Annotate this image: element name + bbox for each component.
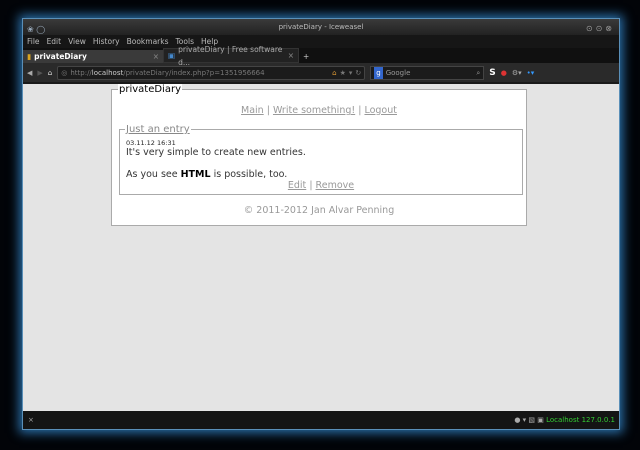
- close-findbar-icon[interactable]: ×: [28, 416, 34, 424]
- extension-icon[interactable]: •▾: [527, 69, 535, 77]
- window-controls[interactable]: ⊙⊙⊗: [586, 21, 615, 37]
- main-link[interactable]: Main: [241, 105, 264, 116]
- browser-window: ❀ ◯ privateDiary - Iceweasel ⊙⊙⊗ File Edi…: [22, 18, 620, 430]
- addon-icon[interactable]: ⚙▾: [512, 69, 522, 77]
- home-icon[interactable]: ⌂: [48, 69, 52, 77]
- entry-text-line1: It's very simple to create new entries.: [126, 147, 306, 158]
- entry-date: 03.11.12 16:31: [126, 139, 176, 147]
- lock-icon: ▮: [27, 52, 32, 61]
- page-title: privateDiary: [118, 84, 182, 95]
- remove-link[interactable]: Remove: [316, 180, 355, 191]
- logout-link[interactable]: Logout: [364, 105, 397, 116]
- status-ip: 127.0.0.1: [581, 416, 615, 424]
- separator: |: [309, 180, 313, 191]
- menu-view[interactable]: View: [68, 37, 86, 46]
- url-host: localhost: [91, 68, 124, 77]
- title-bar: ❀ ◯ privateDiary - Iceweasel ⊙⊙⊗: [23, 19, 619, 35]
- google-icon: g: [374, 66, 383, 79]
- page-content: privateDiary Main | Write something! | L…: [23, 84, 619, 411]
- menu-bar: File Edit View History Bookmarks Tools Help: [23, 35, 619, 48]
- url-prefix: http://: [70, 68, 92, 77]
- close-tab-icon[interactable]: ×: [153, 50, 159, 63]
- adblock-icon[interactable]: ●: [501, 69, 507, 77]
- favicon-icon: ▣: [168, 51, 176, 60]
- footer: © 2011-2012 Jan Alvar Penning: [243, 205, 395, 216]
- menu-file[interactable]: File: [27, 37, 40, 46]
- back-icon[interactable]: ◀: [27, 69, 32, 77]
- navigation-bar: ◀ ▶ ⌂ ◎ http://localhost/privateDiary/index…: [23, 63, 619, 82]
- text: is possible, too.: [210, 169, 288, 180]
- dropdown-icon[interactable]: ▾: [349, 67, 353, 79]
- search-placeholder: Google: [385, 68, 411, 77]
- text: As you see: [126, 169, 181, 180]
- tab-bar: ▮ privateDiary × ▣ privateDiary | Free soft…: [23, 45, 619, 67]
- main-nav: Main | Write something! | Logout: [112, 105, 526, 116]
- menu-edit[interactable]: Edit: [47, 37, 62, 46]
- url-path: /privateDiary/index.php?p=1351956664: [123, 68, 265, 77]
- write-something-link[interactable]: Write something!: [273, 105, 355, 116]
- edit-link[interactable]: Edit: [288, 180, 306, 191]
- menu-history[interactable]: History: [93, 37, 120, 46]
- search-box[interactable]: g Google ⌕: [370, 65, 485, 80]
- tab-label: privateDiary | Free software d...: [178, 44, 283, 67]
- s-addon-button[interactable]: S: [489, 68, 495, 78]
- entry-title-link[interactable]: Just an entry: [125, 124, 191, 135]
- window-title: privateDiary - Iceweasel: [278, 23, 364, 31]
- menu-bookmarks[interactable]: Bookmarks: [127, 37, 169, 46]
- site-identity-icon: ◎: [61, 68, 68, 77]
- status-addon-icons[interactable]: ● ▾ ▧ ▣: [514, 416, 544, 424]
- window-menu-icon[interactable]: ❀ ◯: [27, 22, 45, 38]
- forward-icon[interactable]: ▶: [37, 69, 42, 77]
- tab-privatediary-website[interactable]: ▣ privateDiary | Free software d... ×: [163, 45, 299, 67]
- entry-text-line2: As you see HTML is possible, too.: [126, 169, 287, 180]
- status-bar: × ● ▾ ▧ ▣ Localhost 127.0.0.1: [23, 411, 619, 429]
- entry-actions: Edit | Remove: [120, 180, 522, 191]
- separator: |: [358, 105, 362, 116]
- new-tab-button[interactable]: +: [299, 50, 313, 63]
- status-right: ● ▾ ▧ ▣ Localhost 127.0.0.1: [514, 411, 615, 429]
- search-icon[interactable]: ⌕: [476, 67, 480, 79]
- diary-fieldset: privateDiary Main | Write something! | L…: [111, 84, 527, 226]
- status-host: Localhost: [546, 416, 580, 424]
- home-bookmark-icon[interactable]: ⌂: [332, 67, 336, 79]
- bold-text: HTML: [180, 169, 211, 180]
- reload-icon[interactable]: ↻: [355, 67, 361, 79]
- star-icon[interactable]: ★: [340, 67, 346, 79]
- entry: Just an entry 03.11.12 16:31 It's very s…: [119, 124, 523, 195]
- tab-label: privateDiary: [34, 52, 87, 61]
- separator: |: [266, 105, 270, 116]
- tab-privatediary[interactable]: ▮ privateDiary ×: [23, 50, 163, 63]
- close-tab-icon[interactable]: ×: [288, 49, 294, 62]
